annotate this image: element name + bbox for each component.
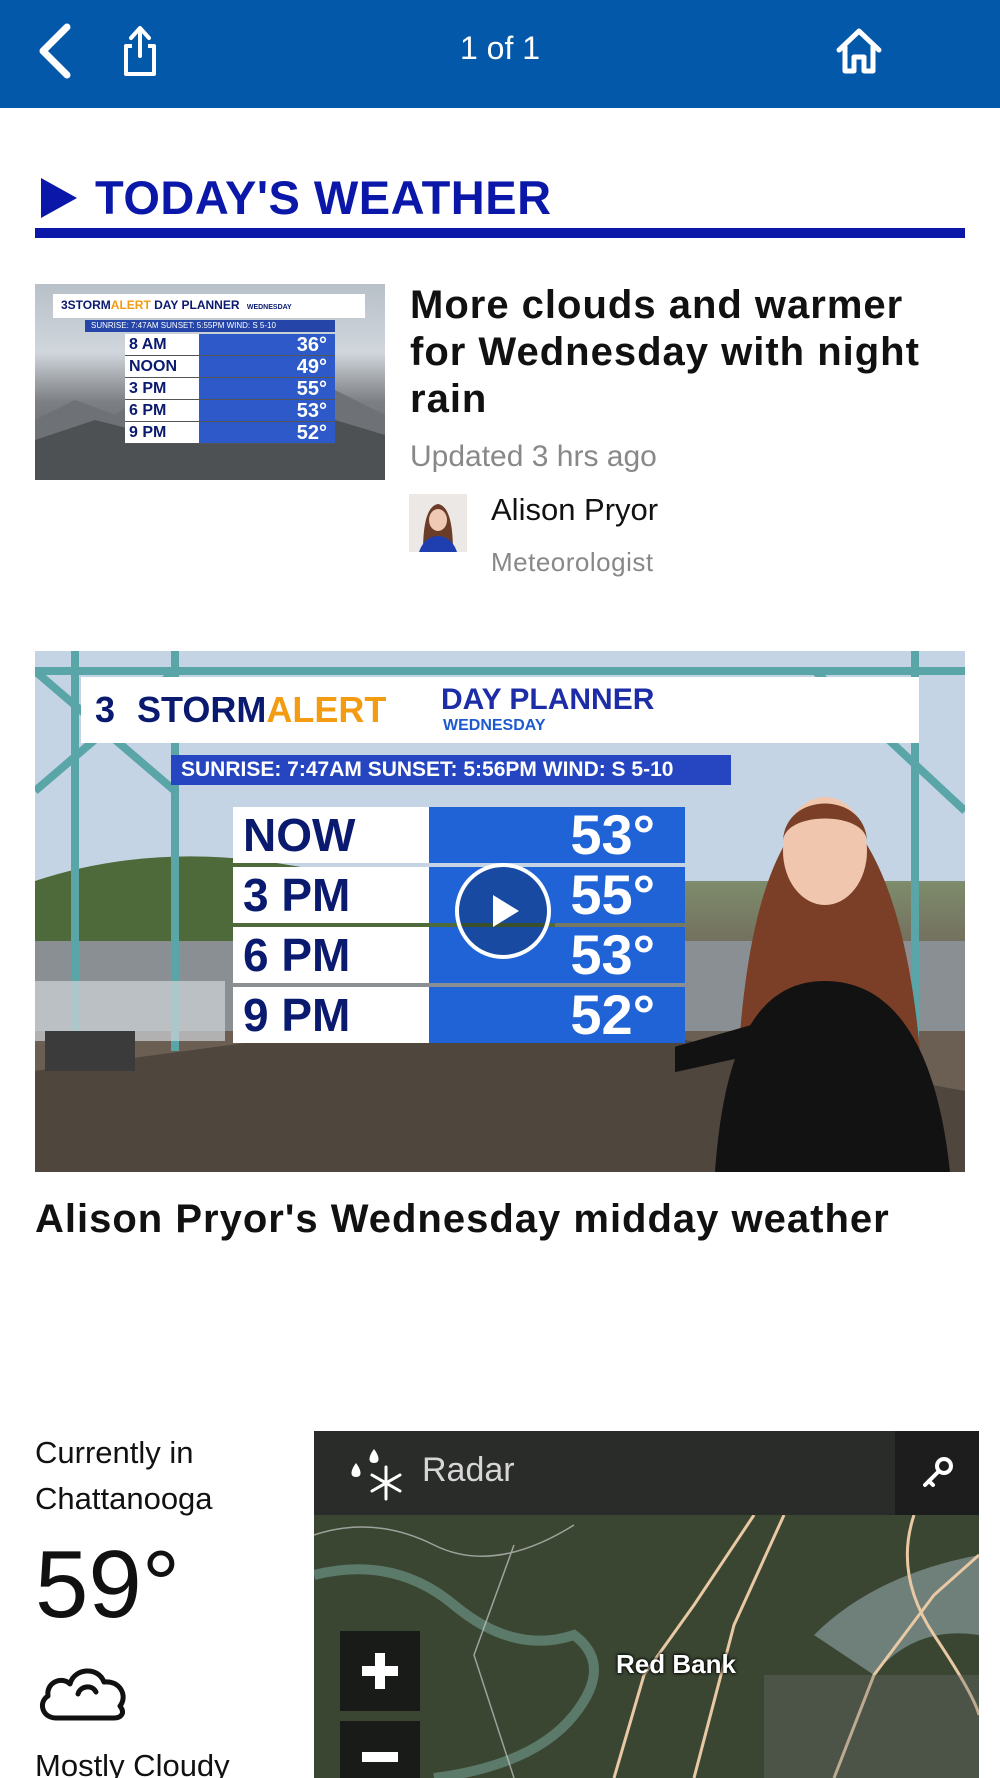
cloud-icon [39,1668,126,1721]
thumb-forecast-table: 8 AM 36° NOON 49° 3 PM 55° 6 PM 53° 9 PM 52° [125,334,335,444]
video-forecast-row: NOW 53° [233,807,685,863]
thumb-forecast-row: 8 AM 36° [125,334,335,356]
thumb-day: WEDNESDAY [246,304,292,311]
thumb-forecast-row: 3 PM 55° [125,378,335,400]
thumb-row-temp: 52° [199,422,335,444]
thumb-logo-brand-start: 3STORM [61,298,111,312]
current-location-label: Currently in Chattanooga [35,1435,213,1516]
alert-text: ALERT [266,689,387,730]
presenter-image [675,797,950,1172]
video-row-time: 9 PM [233,987,429,1043]
section-header: TODAY'S WEATHER [35,168,965,238]
section-title: TODAY'S WEATHER [95,171,552,224]
minus-icon [362,1752,398,1762]
author-role: Meteorologist [491,547,654,577]
video-row-temp: 53° [429,807,685,863]
thumb-sun-info: SUNRISE: 7:47AM SUNSET: 5:55PM WIND: S 5… [85,320,335,332]
home-button[interactable] [826,18,892,84]
day-planner-title: DAY PLANNER [441,683,655,716]
play-icon [493,895,519,927]
chevron-left-icon [39,23,71,79]
thumb-row-temp: 55° [199,378,335,400]
thumb-row-time: 6 PM [125,400,199,421]
thumb-row-time: NOON [125,356,199,377]
thumb-logo-brand-alert: ALERT [110,298,151,312]
story-thumbnail[interactable]: 3STORMALERT DAY PLANNER WEDNESDAY SUNRIS… [35,284,385,480]
author-name[interactable]: Alison Pryor [491,492,658,528]
video-row-time: 3 PM [233,867,429,923]
thumb-banner: 3STORMALERT DAY PLANNER WEDNESDAY [53,294,365,318]
back-button[interactable] [30,18,80,84]
precip-snow-icon [351,1449,402,1501]
play-triangle-icon [41,178,77,218]
thumb-row-temp: 53° [199,400,335,422]
story-title[interactable]: More clouds and warmer for Wednesday wit… [410,282,970,423]
radar-label: Radar [422,1451,515,1489]
current-temperature: 59° [35,1531,181,1638]
storm-text: STORM [137,689,267,730]
home-icon [836,28,882,74]
radar-map[interactable]: Radar Red Bank [314,1431,979,1778]
zoom-out-button[interactable] [340,1721,420,1778]
thumb-forecast-row: NOON 49° [125,356,335,378]
key-icon [923,1457,953,1487]
map-place-label: Red Bank [616,1649,736,1679]
share-icon [124,26,156,76]
thumb-row-time: 8 AM [125,334,199,355]
page-counter: 1 of 1 [459,30,541,66]
zoom-in-button[interactable] [340,1631,420,1711]
thumb-row-time: 9 PM [125,422,199,443]
radar-toolbar: Radar [314,1431,979,1515]
thumb-forecast-row: 9 PM 52° [125,422,335,444]
avatar-portrait [409,494,467,552]
day-label: WEDNESDAY [443,717,546,734]
video-player[interactable]: 3 STORMALERT DAY PLANNER WEDNESDAY SUNRI… [35,651,965,1172]
thumb-forecast-row: 6 PM 53° [125,400,335,422]
video-title[interactable]: Alison Pryor's Wednesday midday weather [35,1196,965,1243]
top-bar: 1 of 1 [0,0,1000,108]
legend-key-button[interactable] [895,1431,979,1515]
channel-logo: 3 [95,689,116,730]
thumb-row-temp: 49° [199,356,335,378]
share-button[interactable] [112,18,168,84]
thumb-logo-suffix: DAY PLANNER [154,298,240,312]
thumb-row-time: 3 PM [125,378,199,399]
sun-wind-bar: SUNRISE: 7:47AM SUNSET: 5:56PM WIND: S 5… [171,755,731,785]
video-forecast-row: 6 PM 53° [233,927,685,983]
video-row-time: 6 PM [233,927,429,983]
play-button[interactable] [455,863,551,959]
video-forecast-row: 9 PM 52° [233,987,685,1043]
video-row-time: NOW [233,807,429,863]
video-row-temp: 52° [429,987,685,1043]
story-updated-time: Updated 3 hrs ago [410,440,657,473]
storm-alert-logo: STORMALERT [137,689,386,731]
author-avatar [409,494,467,552]
thumb-row-temp: 36° [199,334,335,356]
plus-icon [362,1653,398,1689]
current-condition: Mostly Cloudy [35,1748,230,1778]
